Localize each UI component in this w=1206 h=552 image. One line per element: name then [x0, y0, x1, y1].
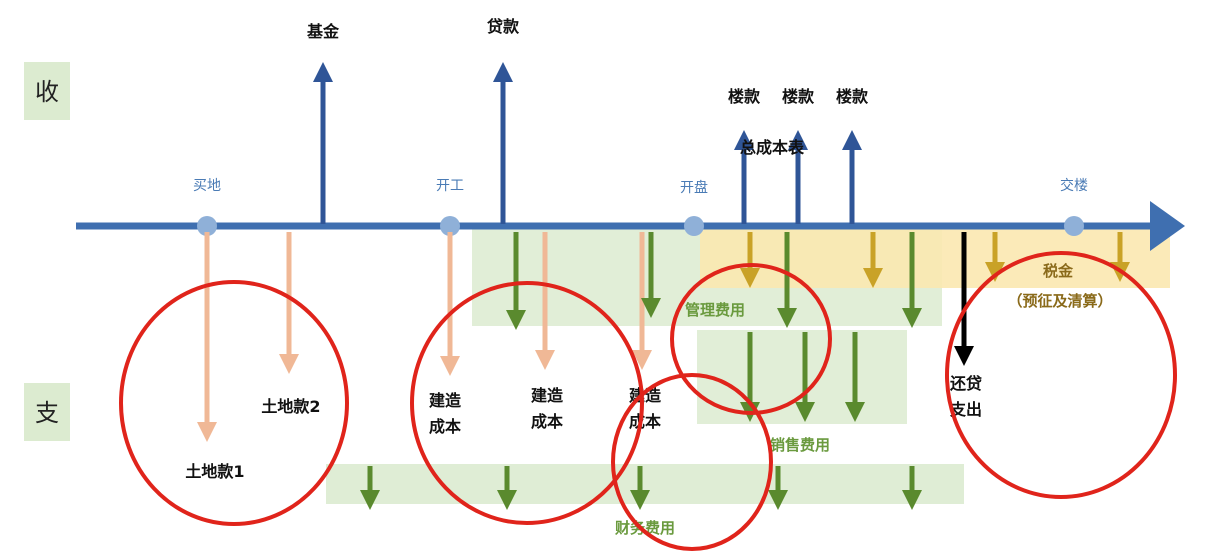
land-payment-2-label: 土地款2	[261, 397, 320, 416]
cashflow-diagram: 收 支 买地 开工 开盘 交楼 基金 贷款 楼款 楼款 楼款 总成本表 土地款1…	[24, 17, 1185, 551]
income-label: 收	[35, 78, 59, 106]
tax-label: 税金	[1043, 262, 1074, 280]
loan-label: 贷款	[487, 17, 520, 36]
sales-label-1: 楼款	[728, 87, 761, 106]
construction-cost-label-1b: 成本	[429, 417, 461, 436]
construction-cost-label-2a: 建造	[531, 386, 564, 405]
annotation-circle	[611, 373, 773, 551]
sales-label-2: 楼款	[782, 87, 815, 106]
milestone-buy-land: 买地	[193, 178, 221, 194]
milestone-dot	[684, 216, 704, 236]
management-fee-label: 管理费用	[685, 301, 745, 319]
land-payment-1-label: 土地款1	[185, 462, 244, 481]
sales-fee-label: 销售费用	[770, 436, 830, 454]
milestone-handover: 交楼	[1060, 177, 1088, 194]
construction-cost-label-2b: 成本	[531, 412, 563, 431]
total-cost-table-label: 总成本表	[740, 138, 805, 157]
milestone-dot	[1064, 216, 1084, 236]
tax-note-label: （预征及清算）	[1007, 292, 1112, 310]
expense-label: 支	[35, 399, 59, 427]
milestone-start-construction: 开工	[436, 178, 464, 194]
fund-label: 基金	[306, 22, 340, 41]
construction-cost-label-3b: 成本	[629, 412, 661, 431]
finance-fee-zone	[326, 464, 964, 504]
sales-label-3: 楼款	[836, 87, 869, 106]
loan-repayment-label-a: 还贷	[949, 374, 982, 393]
tax-zone	[700, 226, 1170, 288]
construction-cost-label-1a: 建造	[429, 391, 462, 410]
milestone-open-sales: 开盘	[680, 179, 708, 196]
